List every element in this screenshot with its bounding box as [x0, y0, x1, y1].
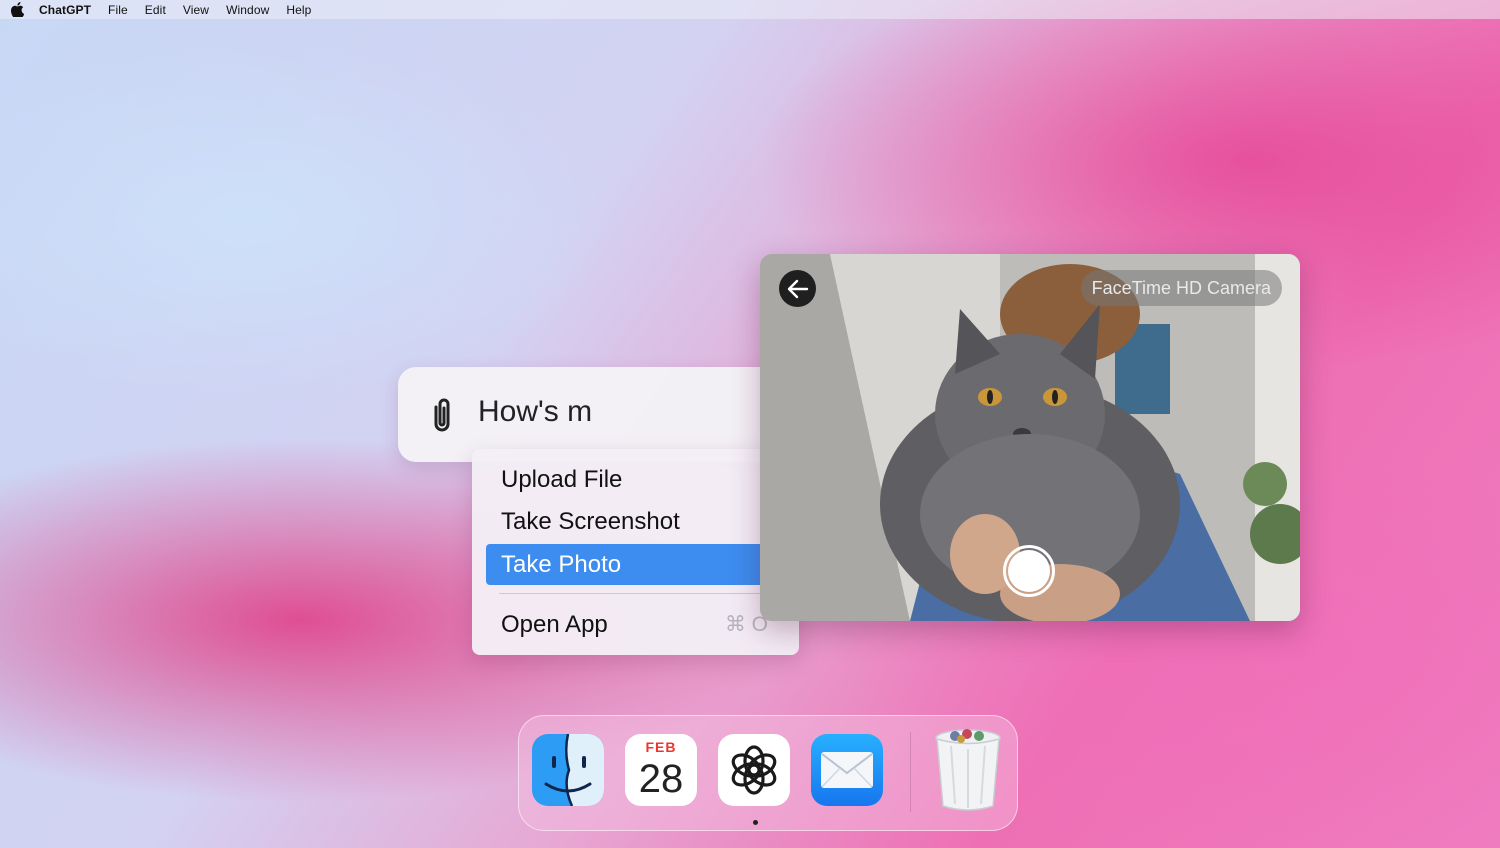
mail-icon[interactable]: [811, 734, 883, 806]
trash-icon[interactable]: [931, 726, 1005, 812]
back-arrow-icon: [787, 279, 808, 298]
camera-window: FaceTime HD Camera: [760, 254, 1300, 621]
menu-file[interactable]: File: [108, 3, 128, 17]
calendar-day: 28: [638, 757, 684, 801]
camera-source-label[interactable]: FaceTime HD Camera: [1080, 270, 1282, 306]
chat-input[interactable]: How's m: [478, 395, 592, 429]
finder-icon[interactable]: [532, 734, 604, 806]
open-app-label: Open App: [501, 611, 608, 638]
menu-edit[interactable]: Edit: [145, 3, 166, 17]
dock-separator: [910, 732, 911, 812]
menu-app-name[interactable]: ChatGPT: [39, 3, 91, 17]
calendar-icon[interactable]: FEB 28: [625, 734, 697, 806]
menu-window[interactable]: Window: [226, 3, 269, 17]
menu-item-take-screenshot[interactable]: Take Screenshot: [486, 501, 786, 542]
calendar-month: FEB: [625, 734, 697, 756]
menu-view[interactable]: View: [183, 3, 209, 17]
dock: FEB 28: [518, 715, 1018, 831]
paperclip-icon[interactable]: [426, 395, 458, 435]
menu-bar: ChatGPT File Edit View Window Help: [0, 0, 1500, 19]
shutter-inner: [1008, 550, 1050, 592]
chat-input-bar: How's m: [398, 367, 818, 462]
shutter-button[interactable]: [1003, 545, 1055, 597]
running-indicator: [753, 820, 758, 825]
menu-item-upload-file[interactable]: Upload File: [486, 459, 786, 500]
back-button[interactable]: [779, 270, 816, 307]
menu-help[interactable]: Help: [286, 3, 311, 17]
menu-item-open-app[interactable]: Open App ⌘ O: [486, 604, 786, 645]
apple-menu-icon[interactable]: [11, 2, 25, 18]
menu-separator: [499, 593, 789, 594]
attach-menu: Upload File Take Screenshot Take Photo O…: [472, 449, 799, 655]
chatgpt-icon[interactable]: [718, 734, 790, 806]
menu-item-take-photo[interactable]: Take Photo: [486, 544, 786, 585]
